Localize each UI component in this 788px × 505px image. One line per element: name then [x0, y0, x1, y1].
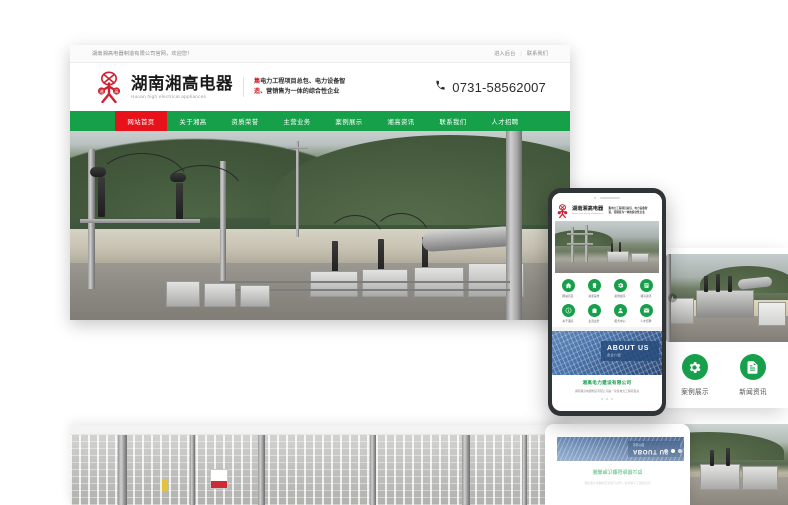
slogan-line1-strong: 电力工程项目总包、电力设备智: [260, 77, 346, 85]
gear-icon: [613, 279, 627, 292]
mobile-brand-cn: 湖南湘高电器: [572, 205, 604, 212]
site-header: 湘 高 湖南湘高电器 Hunan high electrical applian…: [70, 63, 570, 111]
mobile-brand-en: Hunan high electrical appliances: [572, 213, 604, 216]
phone-mockup: 湖南湘高电器 Hunan high electrical appliances …: [548, 188, 666, 416]
mobile-grid-recruit[interactable]: 人才招聘: [633, 304, 659, 323]
award-icon: [587, 279, 601, 292]
tile-news[interactable]: 新闻资讯: [739, 354, 767, 396]
mobile-grid-about-label: 关于湘高: [562, 319, 574, 323]
mobile-slogan: 集电力工程项目总包、电力设备智 造、营销售为一体的综合性企业: [609, 207, 648, 215]
mobile-grid-recruit-label: 人才招聘: [640, 319, 652, 323]
news-icon: [639, 279, 653, 292]
about-title-en: ABOUT US: [607, 344, 650, 352]
reflected-phone-panel: 湖南湘高电器制造有限公司是一家集电力工程项目总 湘高电力建设有限公司 ABOUT…: [545, 424, 690, 505]
mobile-hero-photo[interactable]: [555, 221, 659, 273]
document-icon: [739, 354, 766, 380]
dot-3: [611, 398, 613, 401]
mobile-loading-dots: [552, 393, 662, 401]
phone-number: 0731-58562007: [452, 79, 546, 95]
info-icon: [561, 304, 575, 317]
mobile-grid-honors-label: 资质荣誉: [588, 294, 600, 298]
phone-screen: 湖南湘高电器 Hunan high electrical appliances …: [552, 193, 662, 411]
nav-item-business[interactable]: 主营业务: [271, 111, 323, 131]
mobile-grid-cases[interactable]: 案例展示: [607, 279, 633, 298]
user-icon: [613, 304, 627, 317]
nav-item-about[interactable]: 关于湘高: [167, 111, 219, 131]
mobile-grid-honors[interactable]: 资质荣誉: [581, 279, 607, 298]
top-link-admin[interactable]: 进入后台: [494, 50, 515, 57]
secondary-browser-window: [70, 425, 570, 505]
header-phone[interactable]: 0731-58562007: [435, 78, 546, 96]
slogan-line2-strong: 、营销售为一体的综合性企业: [260, 88, 340, 95]
brand-name-cn: 湖南湘高电器: [131, 73, 233, 93]
brand-name-en: Hunan high electrical appliances: [131, 94, 207, 100]
nav-item-news[interactable]: 湘高资讯: [375, 111, 427, 131]
about-title-cn: 企业介绍: [607, 353, 622, 358]
nav-item-recruit[interactable]: 人才招聘: [479, 111, 531, 131]
nav-item-cases[interactable]: 案例展示: [323, 111, 375, 131]
mobile-grid-cases-label: 案例展示: [614, 294, 626, 298]
mobile-quick-grid: 网站首页 资质荣誉 案例展示 湘高资讯 关于湘高 主营业务 服务中心 人才招聘: [552, 273, 662, 327]
nav-item-honors[interactable]: 资质荣誉: [219, 111, 271, 131]
tile-news-label: 新闻资讯: [739, 388, 767, 396]
mobile-grid-business-label: 主营业务: [588, 319, 600, 323]
tablet-preview-card: ‹ 案例展示 新闻资讯: [660, 248, 788, 408]
mobile-slogan-line1: 集电力工程项目总包、电力设备智: [608, 206, 648, 210]
mail-icon: [639, 304, 653, 317]
mobile-grid-news[interactable]: 湘高资讯: [633, 279, 659, 298]
dot-1: [601, 398, 603, 401]
mobile-grid-home-label: 网站首页: [562, 294, 574, 298]
tablet-quick-tiles: 案例展示 新闻资讯: [660, 342, 788, 396]
chevron-left-icon[interactable]: ‹: [668, 293, 677, 303]
svg-text:湘: 湘: [99, 88, 103, 95]
brand-figure-logo: [556, 204, 569, 218]
mobile-grid-about[interactable]: 关于湘高: [555, 304, 581, 323]
about-badge: ABOUT US 企业介绍: [601, 341, 659, 361]
tile-cases-label: 案例展示: [681, 388, 709, 396]
brand-figure-logo: 湘 高: [94, 71, 124, 103]
hero-banner-photo: [70, 131, 570, 320]
main-navigation: 网站首页 关于湘高 资质荣誉 主营业务 案例展示 湘高资讯 联系我们 人才招聘: [70, 111, 570, 131]
speaker-icon: [600, 196, 620, 199]
header-slogan: 集电力工程项目总包、电力设备智 造、营销售为一体的综合性企业: [243, 76, 346, 98]
tile-cases[interactable]: 案例展示: [681, 354, 709, 396]
secondary-window-titlebar: [70, 425, 570, 435]
dot-2: [606, 398, 608, 401]
mobile-header: 湖南湘高电器 Hunan high electrical appliances …: [552, 202, 662, 221]
briefcase-icon: [587, 304, 601, 317]
screenshot-stage: 湖南湘高电器制造有限公司官网，欢迎您！ 进入后台 | 联系我们 湘 高 湖南湘高…: [0, 0, 788, 505]
tablet-hero-photo: ‹: [666, 254, 788, 342]
svg-text:高: 高: [114, 88, 118, 95]
secondary-hero-photo: [70, 435, 570, 505]
gear-icon: [681, 354, 708, 380]
mobile-grid-home[interactable]: 网站首页: [555, 279, 581, 298]
home-icon: [561, 279, 575, 292]
warning-sign: [210, 469, 228, 489]
phone-icon: [435, 78, 446, 96]
mobile-about-banner[interactable]: ABOUT US 企业介绍: [552, 331, 662, 375]
mobile-grid-service[interactable]: 服务中心: [607, 304, 633, 323]
topbar-notice: 湖南湘高电器制造有限公司官网，欢迎您！: [92, 51, 193, 57]
mobile-grid-business[interactable]: 主营业务: [581, 304, 607, 323]
nav-item-contact[interactable]: 联系我们: [427, 111, 479, 131]
topbar-separator: |: [520, 50, 522, 57]
camera-icon: [594, 196, 596, 199]
mobile-slogan-line2: 造、营销售为一体的综合性企业: [608, 211, 645, 214]
top-link-contact[interactable]: 联系我们: [527, 50, 548, 57]
mobile-grid-service-label: 服务中心: [614, 319, 626, 323]
mobile-grid-news-label: 湘高资讯: [640, 294, 652, 298]
site-logo[interactable]: 湘 高 湖南湘高电器 Hunan high electrical applian…: [94, 71, 233, 103]
main-browser-window: 湖南湘高电器制造有限公司官网，欢迎您！ 进入后台 | 联系我们 湘 高 湖南湘高…: [70, 45, 570, 320]
utility-topbar: 湖南湘高电器制造有限公司官网，欢迎您！ 进入后台 | 联系我们: [70, 45, 570, 63]
nav-item-home[interactable]: 网站首页: [115, 111, 167, 131]
mobile-company-name: 湘高电力建设有限公司: [582, 381, 632, 386]
phone-notch: [552, 193, 662, 202]
